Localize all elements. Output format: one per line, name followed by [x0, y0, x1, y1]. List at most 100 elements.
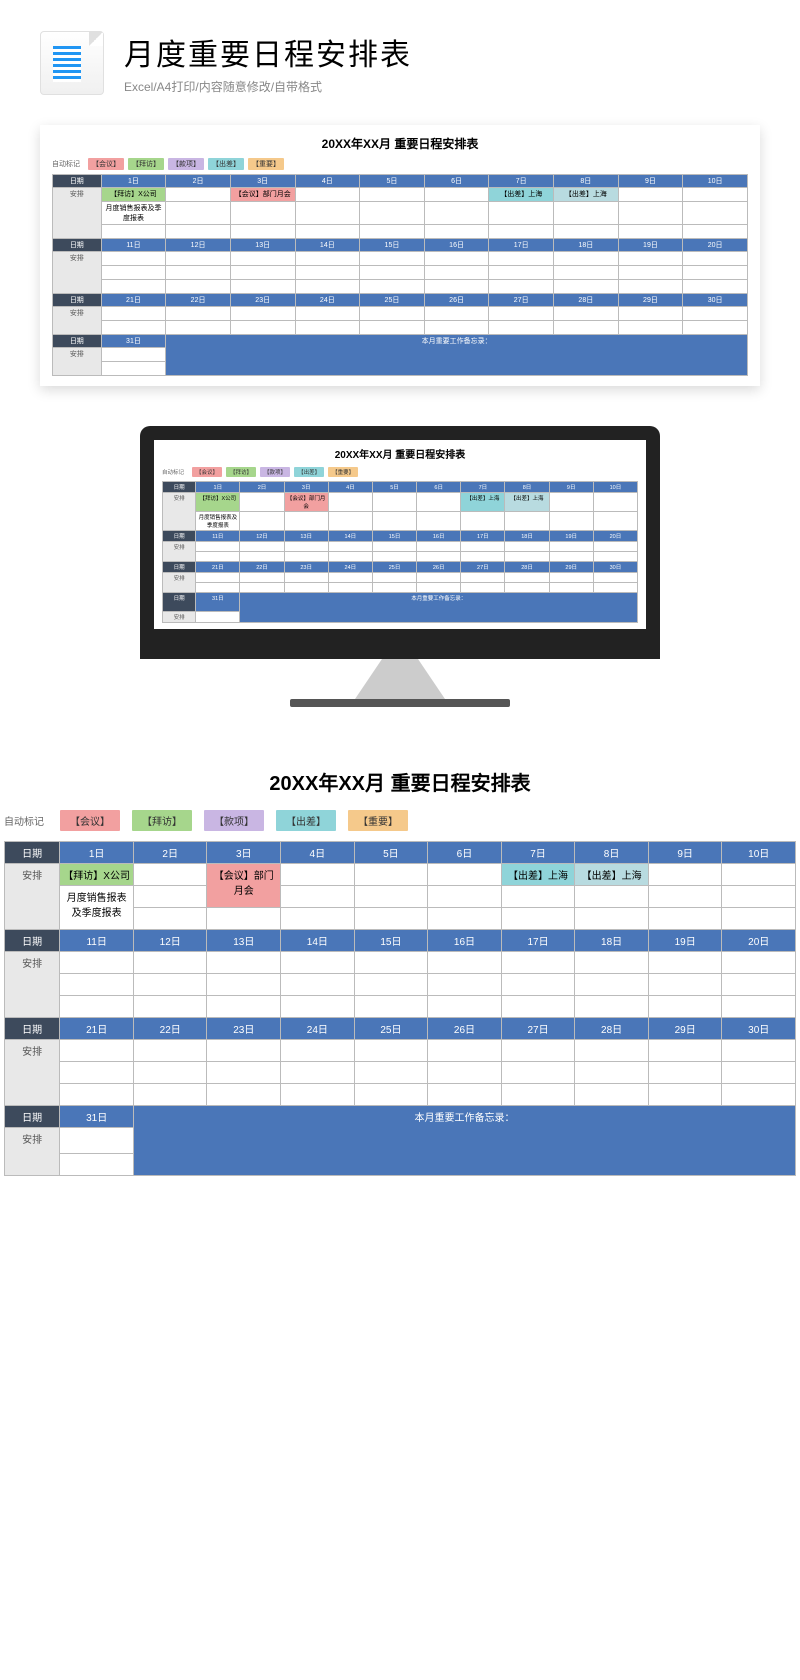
- day-cell: 25日: [354, 1018, 428, 1040]
- empty-cell: [60, 1128, 134, 1154]
- day-cell: 3日: [207, 842, 281, 864]
- page-header: 月度重要日程安排表 Excel/A4打印/内容随意修改/自带格式: [0, 0, 800, 115]
- day-cell: 22日: [133, 1018, 207, 1040]
- day-cell: 7日: [461, 482, 505, 493]
- entry-meeting: 【会议】部门月会: [230, 188, 295, 202]
- day-cell: 30日: [593, 562, 637, 573]
- date-row-3: 日期 21日22日23日24日25日26日27日28日29日30日: [53, 294, 748, 307]
- empty-cell: [372, 573, 416, 583]
- day-cell: 15日: [354, 930, 428, 952]
- day-cell: 8日: [575, 842, 649, 864]
- empty-cell: [101, 225, 166, 239]
- empty-cell: [501, 1040, 575, 1062]
- day-cell: 12日: [133, 930, 207, 952]
- empty-cell: [133, 1062, 207, 1084]
- day-cell: 7日: [501, 842, 575, 864]
- empty-cell: [372, 493, 416, 512]
- entry-trip: 【出差】上海: [554, 188, 619, 202]
- day-cell: 26日: [428, 1018, 502, 1040]
- empty-cell: [554, 321, 619, 335]
- empty-cell: [648, 908, 722, 930]
- empty-cell: [648, 886, 722, 908]
- auto-mark-label: 自动标记: [162, 468, 188, 476]
- empty-cell: [428, 1040, 502, 1062]
- content-row: 安排: [53, 252, 748, 266]
- empty-cell: [354, 974, 428, 996]
- empty-cell: [328, 493, 372, 512]
- day-cell: 18日: [575, 930, 649, 952]
- entry-meeting: 【会议】部门月会: [284, 493, 328, 512]
- entry-report: 月度销售报表及季度报表: [60, 886, 134, 930]
- empty-cell: [281, 908, 355, 930]
- empty-cell: [575, 886, 649, 908]
- day-cell: 19日: [618, 239, 683, 252]
- day-cell: 16日: [428, 930, 502, 952]
- legend-important: 【重要】: [348, 810, 408, 831]
- empty-cell: [281, 864, 355, 886]
- day-cell: 11日: [101, 239, 166, 252]
- empty-cell: [360, 252, 425, 266]
- empty-cell: [417, 583, 461, 593]
- empty-cell: [501, 908, 575, 930]
- memo-area: 本月重要工作备忘录：: [133, 1106, 795, 1176]
- empty-cell: [354, 864, 428, 886]
- empty-cell: [549, 583, 593, 593]
- empty-cell: [575, 952, 649, 974]
- empty-cell: [549, 512, 593, 531]
- empty-cell: [60, 996, 134, 1018]
- empty-cell: [196, 552, 240, 562]
- empty-cell: [196, 583, 240, 593]
- legend-trip: 【出差】: [276, 810, 336, 831]
- template-full-view: 20XX年XX月 重要日程安排表 自动标记 【会议】 【拜访】 【款项】 【出差…: [0, 767, 800, 1206]
- empty-cell: [722, 886, 796, 908]
- empty-cell: [683, 280, 748, 294]
- empty-cell: [428, 1084, 502, 1106]
- empty-cell: [683, 321, 748, 335]
- empty-cell: [648, 952, 722, 974]
- entry-report: 月度销售报表及季度报表: [101, 202, 166, 225]
- empty-cell: [295, 225, 360, 239]
- schedule-table: 日期 1日 2日 3日 4日 5日 6日 7日 8日 9日 10日 安排 【拜访…: [52, 174, 748, 376]
- day-cell: 28日: [554, 294, 619, 307]
- empty-cell: [683, 188, 748, 202]
- entry-visit: 【拜访】X公司: [196, 493, 240, 512]
- empty-cell: [207, 1040, 281, 1062]
- content-row: 安排: [5, 952, 796, 974]
- empty-cell: [240, 493, 284, 512]
- empty-cell: [549, 552, 593, 562]
- empty-cell: [489, 202, 554, 225]
- empty-cell: [166, 321, 231, 335]
- day-cell: 22日: [166, 294, 231, 307]
- empty-cell: [618, 202, 683, 225]
- empty-cell: [501, 886, 575, 908]
- content-row: 月度销售报表及季度报表: [5, 886, 796, 908]
- empty-cell: [166, 225, 231, 239]
- empty-cell: [618, 280, 683, 294]
- empty-cell: [295, 280, 360, 294]
- empty-cell: [240, 542, 284, 552]
- empty-cell: [489, 266, 554, 280]
- empty-cell: [196, 573, 240, 583]
- empty-cell: [424, 188, 489, 202]
- empty-cell: [101, 280, 166, 294]
- empty-cell: [166, 188, 231, 202]
- empty-cell: [648, 1084, 722, 1106]
- entry-trip: 【出差】上海: [501, 864, 575, 886]
- empty-cell: [230, 280, 295, 294]
- date-label: 日期: [163, 562, 196, 573]
- empty-cell: [505, 583, 549, 593]
- content-row: [5, 996, 796, 1018]
- schedule-title: 20XX年XX月 重要日程安排表: [52, 135, 748, 152]
- empty-cell: [554, 266, 619, 280]
- empty-cell: [354, 908, 428, 930]
- empty-cell: [354, 1084, 428, 1106]
- empty-cell: [428, 908, 502, 930]
- empty-cell: [489, 225, 554, 239]
- empty-cell: [549, 493, 593, 512]
- day-cell: 31日: [60, 1106, 134, 1128]
- memo-area: 本月重要工作备忘录：: [166, 335, 748, 376]
- day-cell: 4日: [281, 842, 355, 864]
- day-cell: 13日: [284, 531, 328, 542]
- day-cell: 11日: [196, 531, 240, 542]
- empty-cell: [575, 1084, 649, 1106]
